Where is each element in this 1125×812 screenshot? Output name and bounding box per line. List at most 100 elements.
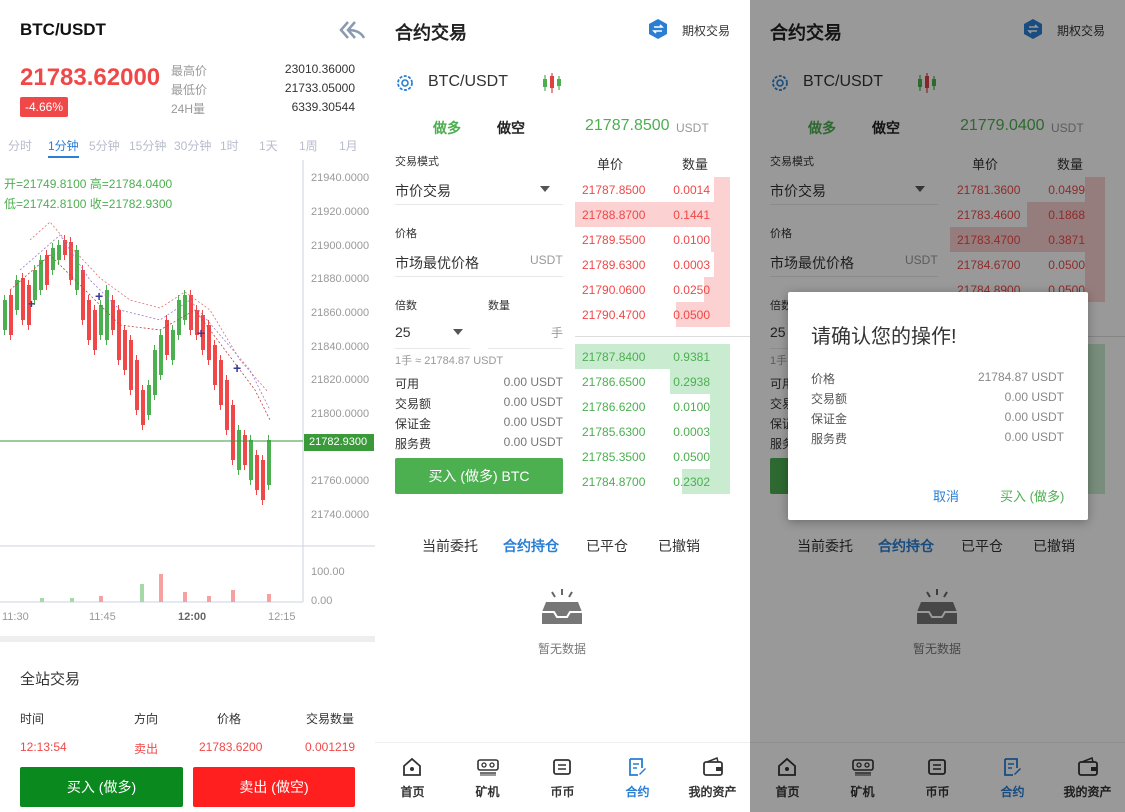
tab-short[interactable]: 做空 <box>497 118 525 138</box>
ask-row[interactable]: 21790.4700 0.0500 <box>575 302 730 327</box>
bid-qty: 0.2302 <box>673 475 710 489</box>
chevron-down-icon[interactable] <box>540 186 550 192</box>
candle-body <box>213 345 217 385</box>
bid-price: 21784.8700 <box>582 475 646 489</box>
bid-depth-bar <box>710 444 730 469</box>
trades-header-side: 方向 <box>134 712 159 726</box>
trades-header-time: 时间 <box>20 712 45 726</box>
bid-row[interactable]: 21786.6500 0.2938 <box>575 369 730 394</box>
bid-row[interactable]: 21787.8400 0.9381 <box>575 344 730 369</box>
candle-body <box>87 300 91 340</box>
candle-body <box>141 390 145 425</box>
dialog-title: 请确认您的操作! <box>811 326 957 348</box>
trade-time: 12:13:54 <box>20 740 67 754</box>
bid-row[interactable]: 21786.6200 0.0100 <box>575 394 730 419</box>
price-tick: 21840.0000 <box>311 341 370 353</box>
time-tick: 12:00 <box>178 611 207 623</box>
orderbook-divider <box>575 336 750 337</box>
nav-contract[interactable]: 合约 <box>600 743 675 812</box>
nav-miner[interactable]: 矿机 <box>450 743 525 812</box>
nav-home-label: 首页 <box>400 785 425 799</box>
tf-1w[interactable]: 1周 <box>299 137 318 154</box>
time-tick: 11:45 <box>89 611 116 623</box>
price-label: 价格 <box>395 228 417 240</box>
tab-positions[interactable]: 合约持仓 <box>503 536 559 556</box>
candle-body <box>57 245 61 260</box>
dialog-fee-value: 0.00 USDT <box>1004 430 1064 444</box>
bid-row[interactable]: 21785.6300 0.0003 <box>575 419 730 444</box>
bid-row[interactable]: 21784.8700 0.2302 <box>575 469 730 494</box>
ask-row[interactable]: 21789.6300 0.0003 <box>575 252 730 277</box>
dialog-fee-label: 服务费 <box>811 432 848 446</box>
kline-chart[interactable]: + + + + <box>0 160 375 630</box>
bid-depth-bar <box>710 394 730 419</box>
ohlc-line-1: 开=21749.8100 高=21784.0400 <box>4 175 172 192</box>
tab-current-orders[interactable]: 当前委托 <box>422 536 478 556</box>
candlestick-icon[interactable] <box>540 71 564 95</box>
buy-long-button[interactable]: 买入 (做多) <box>20 767 183 807</box>
contract-icon <box>629 758 646 776</box>
candle-body <box>45 255 49 285</box>
low-label: 最低价 <box>171 83 208 97</box>
candle-body <box>171 330 175 360</box>
tf-15min[interactable]: 15分钟 <box>129 137 166 154</box>
options-trading-link[interactable]: 期权交易 <box>682 22 730 39</box>
ask-row[interactable]: 21788.8700 0.1441 <box>575 202 730 227</box>
dialog-margin-value: 0.00 USDT <box>1004 410 1064 424</box>
change-badge: -4.66% <box>20 97 69 117</box>
dialog-confirm-button[interactable]: 买入 (做多) <box>1000 486 1064 505</box>
dialog-amount-value: 0.00 USDT <box>1004 390 1064 404</box>
pair-title: BTC/USDT <box>20 20 106 39</box>
ask-row[interactable]: 21787.8500 0.0014 <box>575 177 730 202</box>
tf-1m[interactable]: 1月 <box>339 137 358 154</box>
empty-text: 暂无数据 <box>538 642 587 656</box>
sell-short-button[interactable]: 卖出 (做空) <box>193 767 355 807</box>
pair-selector[interactable]: BTC/USDT <box>428 73 508 91</box>
nav-home[interactable]: 首页 <box>375 743 450 812</box>
volume-bar <box>207 596 211 602</box>
leverage-select[interactable]: 25 <box>395 324 411 340</box>
buy-long-btc-button[interactable]: 买入 (做多) BTC <box>395 458 563 494</box>
ask-row[interactable]: 21790.0600 0.0250 <box>575 277 730 302</box>
ask-price: 21790.0600 <box>582 283 646 297</box>
contract-panel: 合约交易 期权交易 BTC/USDT 做多 做空 21787.8500 USDT… <box>375 0 750 812</box>
tf-1min[interactable]: 1分钟 <box>48 137 79 158</box>
tf-1d[interactable]: 1天 <box>259 137 278 154</box>
candle-body <box>99 305 103 335</box>
back-arrow-icon[interactable] <box>338 18 366 42</box>
bid-row[interactable]: 21785.3500 0.0500 <box>575 444 730 469</box>
tf-30min[interactable]: 30分钟 <box>174 137 211 154</box>
mode-select[interactable]: 市价交易 <box>395 181 451 201</box>
tf-realtime[interactable]: 分时 <box>8 137 32 154</box>
volume-bar <box>40 598 44 602</box>
nav-assets-label: 我的资产 <box>688 785 737 799</box>
tab-cancelled[interactable]: 已撤销 <box>658 536 700 556</box>
candle-body <box>51 248 55 270</box>
volume-bar <box>231 590 235 602</box>
price-input[interactable]: 市场最优价格 <box>395 253 479 273</box>
tf-1h[interactable]: 1时 <box>220 137 239 154</box>
tab-long[interactable]: 做多 <box>433 118 461 138</box>
gear-icon[interactable] <box>395 73 415 93</box>
ask-row[interactable]: 21789.5500 0.0100 <box>575 227 730 252</box>
tf-5min[interactable]: 5分钟 <box>89 137 120 154</box>
current-price-unit: USDT <box>676 121 709 135</box>
nav-spot[interactable]: 币币 <box>525 743 600 812</box>
chevron-down-icon[interactable] <box>453 329 463 335</box>
svg-text:+: + <box>28 297 35 311</box>
ask-price: 21788.8700 <box>582 208 646 222</box>
empty-tray-icon <box>542 589 582 624</box>
fee-label: 服务费 <box>395 437 432 451</box>
volume-bars-group <box>40 574 271 602</box>
bottom-nav: 首页 矿机 币币 合约 我的资产 <box>375 742 750 812</box>
exchange-icon[interactable] <box>647 18 669 40</box>
mode-underline <box>395 204 563 205</box>
price-underline <box>395 276 563 277</box>
quantity-input[interactable] <box>488 348 563 349</box>
bid-price: 21785.3500 <box>582 450 646 464</box>
price-tick: 21820.0000 <box>311 374 370 386</box>
dialog-price-label: 价格 <box>811 372 836 386</box>
dialog-cancel-button[interactable]: 取消 <box>933 486 959 505</box>
nav-assets[interactable]: 我的资产 <box>675 743 750 812</box>
tab-closed[interactable]: 已平仓 <box>586 536 628 556</box>
